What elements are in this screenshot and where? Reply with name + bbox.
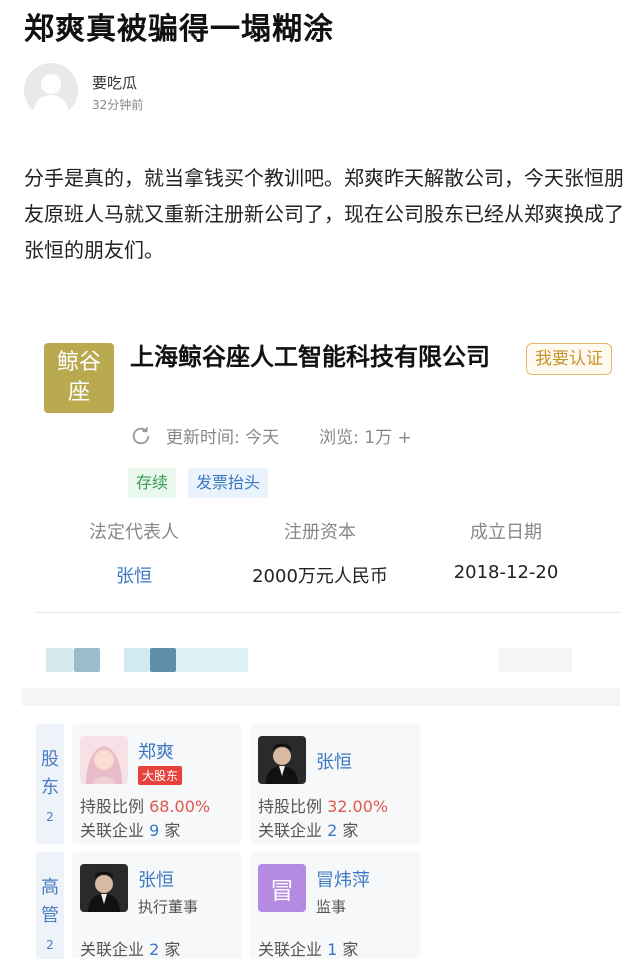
company-logo-text: 鲸谷座 — [56, 350, 101, 405]
verify-button[interactable]: 我要认证 — [526, 343, 612, 375]
blurred-tab — [74, 648, 100, 672]
related-label: 关联企业 — [258, 940, 323, 959]
executive-role: 执行董事 — [138, 898, 199, 916]
shareholders-label: 股东 2 — [36, 724, 64, 844]
executive-role: 监事 — [316, 898, 347, 916]
related-unit: 家 — [342, 821, 359, 840]
legal-rep-column: 法定代表人 张恒 — [44, 518, 224, 588]
shareholder-photo — [258, 736, 306, 784]
executives-label-text: 高管 — [41, 877, 59, 926]
executives-count: 2 — [46, 938, 54, 952]
blurred-tab — [150, 648, 176, 672]
related-label: 关联企业 — [80, 940, 145, 959]
article-body: 分手是真的，就当拿钱买个教训吧。郑爽昨天解散公司，今天张恒朋友原班人马就又重新注… — [24, 166, 624, 262]
ratio-value: 68.00% — [149, 797, 211, 816]
status-tag: 存续 — [128, 468, 177, 498]
capital-label: 注册资本 — [284, 522, 356, 543]
shareholder-name[interactable]: 张恒 — [316, 748, 352, 774]
legal-rep-label: 法定代表人 — [89, 522, 179, 543]
company-logo: 鲸谷座 — [44, 343, 114, 413]
author-name[interactable]: 要吃瓜 — [92, 72, 137, 93]
executive-name[interactable]: 张恒 — [138, 866, 174, 892]
company-meta: 更新时间: 今天 浏览: 1万 + — [130, 423, 412, 448]
executive-avatar: 冒 — [258, 864, 306, 912]
founded-label: 成立日期 — [470, 522, 542, 543]
related-line[interactable]: 关联企业 1 家 — [258, 936, 358, 960]
shareholder-photo — [80, 736, 128, 784]
shareholder-name[interactable]: 郑爽 — [138, 738, 174, 764]
shareholder-card[interactable]: 张恒 持股比例 32.00% 关联企业 2 家 — [250, 724, 420, 844]
shareholding-line: 持股比例 32.00% — [258, 793, 388, 817]
related-line[interactable]: 关联企业 9 家 — [80, 817, 180, 841]
related-unit: 家 — [342, 940, 359, 959]
shareholding-line: 持股比例 68.00% — [80, 793, 210, 817]
executive-photo — [80, 864, 128, 912]
shareholders-label-text: 股东 — [41, 749, 59, 798]
company-name[interactable]: 上海鲸谷座人工智能科技有限公司 — [130, 340, 525, 374]
related-count: 2 — [327, 821, 338, 840]
ratio-value: 32.00% — [327, 797, 389, 816]
capital-value: 2000万元人民币 — [252, 566, 388, 587]
related-unit: 家 — [164, 940, 181, 959]
legal-rep-value[interactable]: 张恒 — [44, 562, 224, 588]
executive-card[interactable]: 冒 冒炜萍 监事 关联企业 1 家 — [250, 852, 420, 959]
related-count: 9 — [149, 821, 160, 840]
invoice-tag[interactable]: 发票抬头 — [188, 468, 269, 498]
user-avatar-icon — [33, 74, 69, 117]
related-unit: 家 — [164, 821, 181, 840]
blurred-tab — [498, 648, 572, 672]
related-count: 1 — [327, 940, 338, 959]
shareholder-card[interactable]: 郑爽 大股东 持股比例 68.00% 关联企业 9 家 — [72, 724, 242, 844]
blurred-tab — [46, 648, 74, 672]
refresh-icon[interactable] — [130, 425, 152, 447]
related-label: 关联企业 — [258, 821, 323, 840]
capital-column: 注册资本 2000万元人民币 — [230, 518, 410, 588]
article-title: 郑爽真被骗得一塌糊涂 — [24, 12, 334, 47]
related-count: 2 — [149, 940, 160, 959]
blurred-tab — [124, 648, 150, 672]
ratio-label: 持股比例 — [258, 797, 323, 816]
shareholders-count: 2 — [46, 810, 54, 824]
ratio-label: 持股比例 — [80, 797, 145, 816]
founded-column: 成立日期 2018-12-20 — [416, 518, 596, 583]
major-shareholder-badge: 大股东 — [138, 766, 183, 785]
author-avatar[interactable] — [24, 63, 78, 117]
related-line[interactable]: 关联企业 2 家 — [258, 817, 358, 841]
founded-value: 2018-12-20 — [453, 562, 559, 583]
divider — [36, 612, 620, 613]
related-label: 关联企业 — [80, 821, 145, 840]
executive-card[interactable]: 张恒 执行董事 关联企业 2 家 — [72, 852, 242, 959]
executives-label: 高管 2 — [36, 852, 64, 959]
executive-name[interactable]: 冒炜萍 — [316, 866, 370, 892]
section-separator — [22, 688, 620, 706]
blurred-tab — [176, 648, 248, 672]
update-time: 更新时间: 今天 — [166, 428, 280, 448]
view-count: 浏览: 1万 + — [319, 428, 412, 448]
related-line[interactable]: 关联企业 2 家 — [80, 936, 180, 960]
post-time: 32分钟前 — [92, 98, 144, 112]
